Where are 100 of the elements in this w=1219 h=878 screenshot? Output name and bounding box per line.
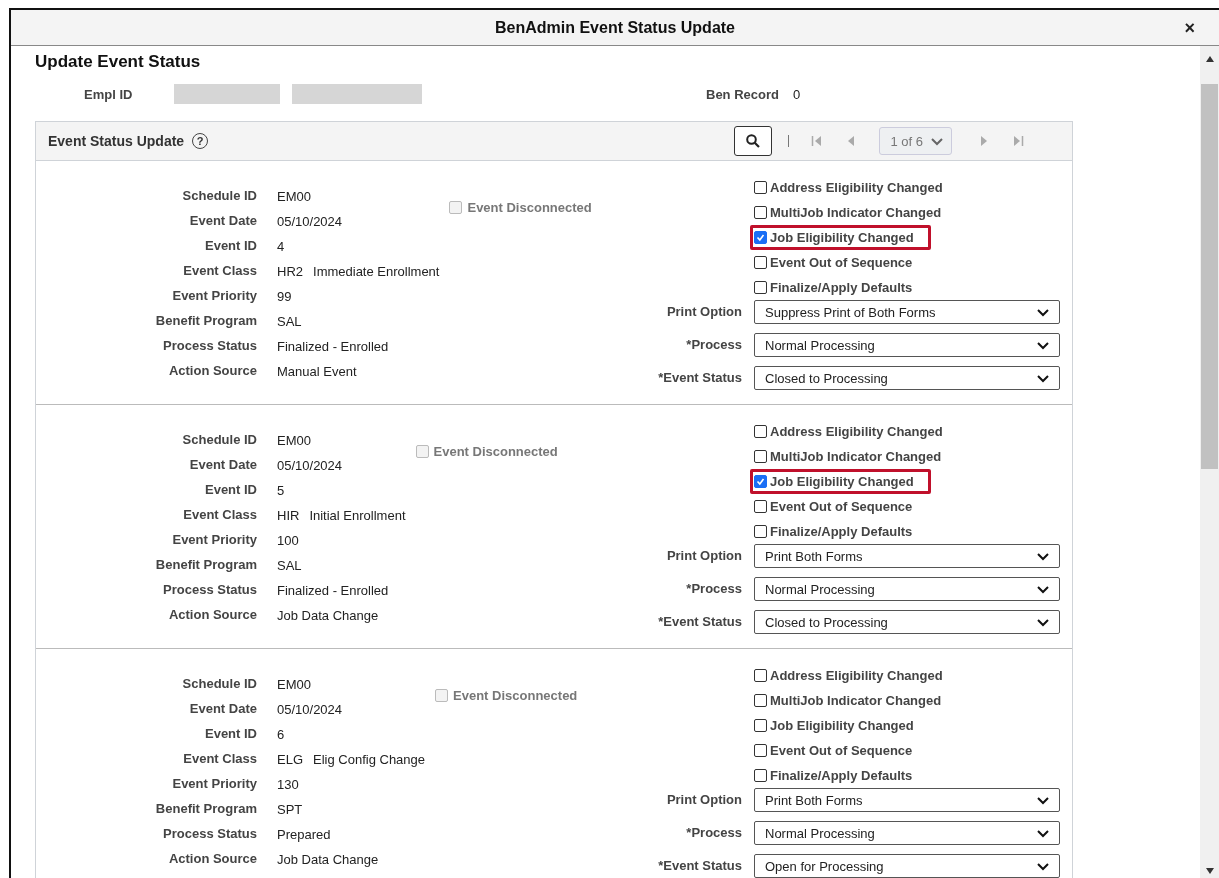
checkbox-label: Job Eligibility Changed: [770, 474, 914, 489]
close-button[interactable]: ×: [1180, 18, 1199, 39]
scroll-down-icon[interactable]: [1205, 868, 1214, 874]
scroll-up-icon[interactable]: [1205, 56, 1214, 62]
field-value: 0: [792, 86, 801, 102]
checkbox[interactable]: [754, 744, 767, 757]
checkbox[interactable]: [754, 181, 767, 194]
chevron-down-icon: [931, 136, 943, 146]
field-label: Event ID: [204, 237, 257, 255]
field-value: 99: [277, 288, 293, 306]
checkbox[interactable]: [754, 281, 767, 294]
field-label: Schedule ID: [181, 431, 257, 449]
field-label: Schedule ID: [181, 187, 257, 205]
field-label: *Event Status: [657, 613, 742, 631]
checkbox-label: MultiJob Indicator Changed: [770, 205, 942, 220]
field-label: Event Date: [188, 700, 257, 718]
field-value: Prepared: [277, 826, 332, 844]
dropdown[interactable]: Closed to Processing: [754, 610, 1060, 634]
field-label: Print Option: [665, 303, 742, 321]
checkbox-label: Finalize/Apply Defaults: [770, 524, 913, 539]
checkbox-label: Finalize/Apply Defaults: [770, 768, 913, 783]
page-title: Update Event Status: [35, 52, 202, 72]
chevron-down-icon: [1037, 617, 1049, 627]
field-label: Benefit Program: [154, 312, 257, 330]
field-value: 130: [277, 776, 300, 794]
checkbox-label: Job Eligibility Changed: [770, 718, 914, 733]
field-value: ELG: [277, 752, 303, 767]
search-button[interactable]: [734, 126, 773, 156]
checkbox[interactable]: [754, 500, 767, 513]
chevron-down-icon: [1037, 795, 1049, 805]
field-label: Event Date: [188, 456, 257, 474]
field-label: Event Priority: [171, 531, 257, 549]
scrollbar[interactable]: [1200, 46, 1219, 878]
dialog-title: BenAdmin Event Status Update: [495, 18, 735, 37]
checkbox[interactable]: [754, 231, 767, 244]
checkbox[interactable]: [754, 669, 767, 682]
dropdown[interactable]: Print Both Forms: [754, 788, 1060, 812]
dropdown[interactable]: Print Both Forms: [754, 544, 1060, 568]
dropdown[interactable]: Normal Processing: [754, 821, 1060, 845]
field-label: Process Status: [162, 581, 257, 599]
field-value: 5: [277, 482, 286, 500]
field-value: SAL: [277, 313, 303, 331]
checkbox-label: Address Eligibility Changed: [770, 180, 943, 195]
chevron-down-icon: [1037, 551, 1049, 561]
field-label: Event Date: [188, 212, 257, 230]
field-label: Benefit Program: [154, 800, 257, 818]
field-value: Immediate Enrollment: [313, 264, 440, 279]
field-value: Manual Event: [277, 363, 358, 381]
checkbox[interactable]: [754, 719, 767, 732]
checkbox-label: MultiJob Indicator Changed: [770, 693, 942, 708]
dropdown[interactable]: Open for Processing: [754, 854, 1060, 878]
checkbox[interactable]: [754, 450, 767, 463]
checkbox[interactable]: [754, 256, 767, 269]
field-label: *Event Status: [657, 369, 742, 387]
checkbox[interactable]: [754, 694, 767, 707]
field-value: 100: [277, 532, 300, 550]
checkbox-label: Event Out of Sequence: [770, 499, 913, 514]
field-label: Action Source: [167, 606, 257, 624]
scrollbar-thumb[interactable]: [1201, 84, 1218, 469]
field-label: Process Status: [162, 337, 257, 355]
field-label: Event ID: [204, 481, 257, 499]
dropdown[interactable]: Normal Processing: [754, 333, 1060, 357]
checkbox-label: Address Eligibility Changed: [770, 424, 943, 439]
field-value: Job Data Change: [277, 851, 380, 869]
checkbox-label: Event Out of Sequence: [770, 255, 913, 270]
field-label: *Process: [685, 336, 742, 354]
field-label: Action Source: [167, 362, 257, 380]
checkbox[interactable]: [754, 475, 767, 488]
field-value: Initial Enrollment: [309, 508, 406, 523]
checkbox-label: Job Eligibility Changed: [770, 230, 914, 245]
field-label: Print Option: [665, 791, 742, 809]
dropdown[interactable]: Closed to Processing: [754, 366, 1060, 390]
field-label: Print Option: [665, 547, 742, 565]
panel-title: Event Status Update: [48, 133, 185, 149]
checkbox[interactable]: [754, 206, 767, 219]
chevron-down-icon: [1037, 584, 1049, 594]
dropdown[interactable]: Normal Processing: [754, 577, 1060, 601]
field-label: Action Source: [167, 850, 257, 868]
field-label: Schedule ID: [181, 675, 257, 693]
checkbox-label: Finalize/Apply Defaults: [770, 280, 913, 295]
checkbox[interactable]: [754, 525, 767, 538]
dropdown[interactable]: Suppress Print of Both Forms: [754, 300, 1060, 324]
field-label: Event Class: [182, 506, 257, 524]
field-value: HIR: [277, 508, 300, 523]
page-dropdown[interactable]: 1 of 6: [879, 127, 952, 155]
checkbox[interactable]: [754, 769, 767, 782]
checkbox-label: Event Out of Sequence: [770, 743, 913, 758]
field-value: HR2: [277, 264, 303, 279]
field-value: 6: [277, 726, 286, 744]
chevron-down-icon: [1037, 307, 1049, 317]
field-value: 4: [277, 238, 286, 256]
field-value: Finalized - Enrolled: [277, 338, 390, 356]
field-label: Process Status: [162, 825, 257, 843]
field-label: Empl ID: [84, 86, 134, 102]
field-label: Benefit Program: [154, 556, 257, 574]
field-label: *Process: [685, 580, 742, 598]
field-value: Finalized - Enrolled: [277, 582, 390, 600]
field-label: *Event Status: [657, 857, 742, 875]
field-label: Event ID: [204, 725, 257, 743]
checkbox[interactable]: [754, 425, 767, 438]
